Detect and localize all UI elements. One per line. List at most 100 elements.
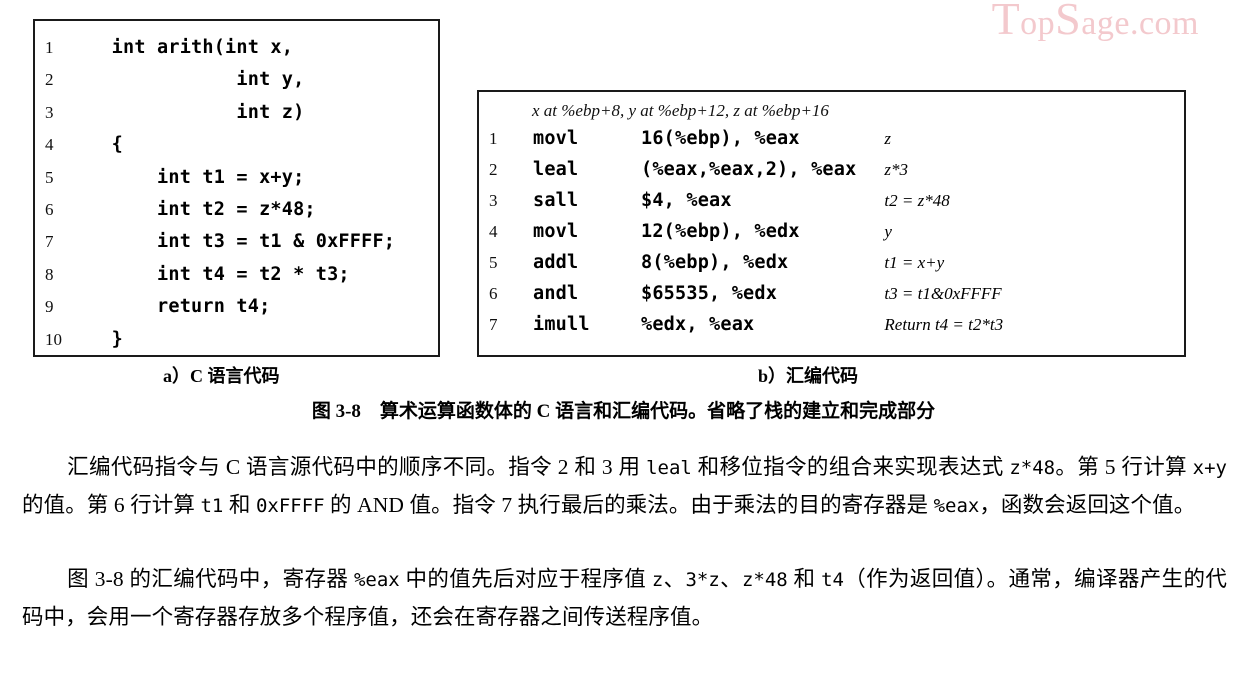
p1-code-z48: z*48: [1009, 457, 1056, 479]
assembly-code-row: 2 leal (%eax,%eax,2), %eax z*3: [479, 154, 1184, 185]
assembly-code-table: 1 movl 16(%ebp), %eax z 2 leal (%eax,%eax,2), …: [479, 123, 1184, 340]
assembly-mnemonic: movl: [533, 221, 579, 242]
c-code-listing-box: 1 int arith(int x, 2 int y, 3 int z) 4 {5 i…: [33, 19, 440, 357]
assembly-line-number: 6: [489, 284, 498, 303]
assembly-argument-locations: x at %ebp+8, y at %ebp+12, z at %ebp+16: [532, 101, 829, 120]
p1-seg1: 汇编代码指令与 C 语言源代码中的顺序不同。指令 2 和 3 用: [67, 455, 647, 479]
c-code-table: 1 int arith(int x, 2 int y, 3 int z) 4 {5 i…: [35, 32, 438, 356]
assembly-operands: $65535, %edx: [641, 283, 778, 304]
assembly-comment: Return t4 = t2*t3: [884, 315, 1004, 334]
assembly-comment: t3 = t1&0xFFFF: [884, 284, 1002, 303]
paragraph-one-text: 汇编代码指令与 C 语言源代码中的顺序不同。指令 2 和 3 用 leal 和移…: [22, 449, 1227, 525]
p2-code-z: z: [651, 569, 664, 591]
p2-seg4: 、: [719, 567, 742, 591]
c-code-row: 8 int t4 = t2 * t3;: [35, 259, 438, 291]
c-code-line-text: int y,: [89, 69, 305, 91]
p1-code-xplusy: x+y: [1192, 457, 1227, 479]
topsage-watermark: TopSage.com: [992, 0, 1199, 45]
c-code-row: 9 return t4;: [35, 291, 438, 323]
p1-seg5: 和: [223, 493, 256, 517]
assembly-operands: 16(%ebp), %eax: [641, 128, 800, 149]
c-code-line-text: {: [89, 134, 124, 156]
c-code-line-text: int t1 = x+y;: [89, 166, 305, 188]
c-code-line-number: 5: [45, 167, 54, 187]
watermark-age: age: [1081, 5, 1130, 42]
p2-seg5: 和: [787, 567, 822, 591]
p1-seg6: 的 AND 值。指令 7 执行最后的乘法。由于乘法的目的寄存器是: [324, 493, 934, 517]
assembly-comment: z*3: [884, 160, 909, 179]
assembly-comment: y: [884, 222, 892, 241]
c-code-line-number: 10: [45, 329, 62, 349]
assembly-line-number: 3: [489, 191, 498, 210]
p2-seg2: 中的值先后对应于程序值: [399, 567, 652, 591]
p1-seg2: 和移位指令的组合来实现表达式: [691, 455, 1010, 479]
c-code-line-text: }: [89, 328, 124, 350]
assembly-mnemonic: movl: [533, 128, 579, 149]
c-code-line-text: int z): [89, 101, 305, 123]
p2-seg3: 、: [663, 567, 686, 591]
c-code-line-text: int arith(int x,: [89, 37, 294, 58]
assembly-code-row: 3 sall $4, %eax t2 = z*48: [479, 185, 1184, 216]
assembly-code-row: 7 imull %edx, %eax Return t4 = t2*t3: [479, 309, 1184, 340]
c-code-line-number: 3: [45, 102, 54, 122]
p1-seg4: 的值。第 6 行计算: [22, 493, 201, 517]
assembly-code-listing-box: x at %ebp+8, y at %ebp+12, z at %ebp+16 …: [477, 90, 1186, 357]
p1-code-t1: t1: [200, 495, 224, 517]
p1-code-ffff: 0xFFFF: [255, 495, 325, 517]
c-code-row: 4 {: [35, 129, 438, 161]
c-code-row: 3 int z): [35, 97, 438, 129]
p2-code-3z: 3*z: [685, 569, 720, 591]
p2-code-eax: %eax: [353, 569, 400, 591]
p2-seg1: 图 3-8 的汇编代码中，寄存器: [67, 567, 354, 591]
c-code-row: 2 int y,: [35, 64, 438, 96]
assembly-mnemonic: andl: [533, 283, 579, 304]
assembly-code-row: 5 addl 8(%ebp), %edx t1 = x+y: [479, 247, 1184, 278]
assembly-line-number: 4: [489, 222, 498, 241]
watermark-op: op: [1020, 5, 1056, 42]
c-code-row: 7 int t3 = t1 & 0xFFFF;: [35, 226, 438, 258]
assembly-comment: t1 = x+y: [884, 253, 945, 272]
assembly-operands: 12(%ebp), %edx: [641, 221, 800, 242]
assembly-code-row: 4 movl 12(%ebp), %edx y: [479, 216, 1184, 247]
assembly-comment: t2 = z*48: [884, 191, 950, 210]
paragraph-two-text: 图 3-8 的汇编代码中，寄存器 %eax 中的值先后对应于程序值 z、3*z、…: [22, 561, 1227, 636]
c-code-line-text: int t2 = z*48;: [89, 199, 316, 221]
assembly-operands: (%eax,%eax,2), %eax: [641, 159, 857, 180]
assembly-line-number: 1: [489, 129, 498, 148]
subfigure-caption-a: a）C 语言代码: [163, 366, 280, 386]
c-code-row: 1 int arith(int x,: [35, 32, 438, 64]
c-code-line-number: 1: [45, 38, 54, 57]
assembly-line-number: 5: [489, 253, 498, 272]
watermark-t: T: [991, 0, 1021, 44]
c-code-row: 10 }: [35, 324, 438, 356]
assembly-operands: 8(%ebp), %edx: [641, 252, 789, 273]
assembly-operands: %edx, %eax: [641, 314, 755, 335]
c-code-line-number: 4: [45, 135, 54, 155]
p1-seg7: ，函数会返回这个值。: [979, 493, 1196, 517]
paragraph-one: 汇编代码指令与 C 语言源代码中的顺序不同。指令 2 和 3 用 leal 和移…: [22, 449, 1227, 525]
c-code-line-number: 7: [45, 232, 54, 252]
subfigure-caption-b: b）汇编代码: [758, 366, 859, 386]
paragraph-two: 图 3-8 的汇编代码中，寄存器 %eax 中的值先后对应于程序值 z、3*z、…: [22, 561, 1227, 636]
assembly-line-number: 2: [489, 160, 498, 179]
c-code-row: 6 int t2 = z*48;: [35, 194, 438, 226]
assembly-comment: z: [884, 129, 892, 148]
p1-code-eax: %eax: [933, 495, 980, 517]
p2-code-t4: t4: [821, 569, 844, 591]
watermark-domain: .com: [1129, 5, 1199, 42]
p1-seg3: 。第 5 行计算: [1055, 455, 1193, 479]
c-code-line-number: 8: [45, 264, 54, 284]
assembly-operands: $4, %eax: [641, 190, 732, 211]
assembly-mnemonic: sall: [533, 190, 579, 211]
c-code-row: 5 int t1 = x+y;: [35, 162, 438, 194]
assembly-line-number: 7: [489, 315, 498, 334]
assembly-code-row: 6 andl $65535, %edx t3 = t1&0xFFFF: [479, 278, 1184, 309]
c-code-line-text: int t4 = t2 * t3;: [89, 263, 350, 285]
c-code-line-text: return t4;: [89, 296, 271, 318]
p1-code-leal: leal: [646, 457, 692, 479]
watermark-s: S: [1055, 0, 1082, 44]
p2-code-z48: z*48: [741, 569, 788, 591]
figure-caption: 图 3-8 算术运算函数体的 C 语言和汇编代码。省略了栈的建立和完成部分: [311, 401, 936, 422]
assembly-code-row: 1 movl 16(%ebp), %eax z: [479, 123, 1184, 154]
assembly-mnemonic: addl: [533, 252, 579, 273]
